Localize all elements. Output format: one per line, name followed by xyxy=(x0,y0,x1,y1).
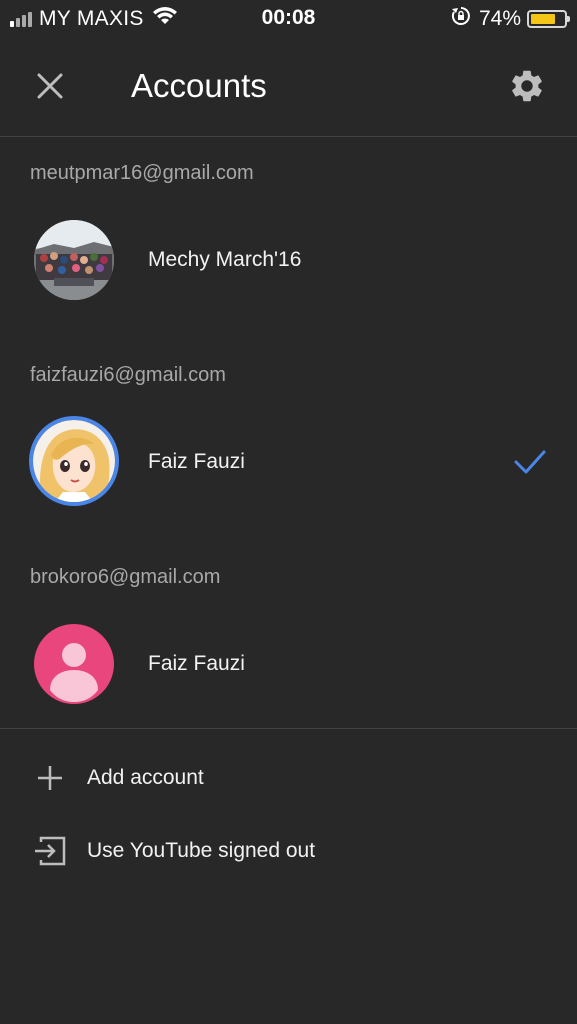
account-email: brokoro6@gmail.com xyxy=(30,566,221,588)
account-name: Faiz Fauzi xyxy=(148,652,245,675)
signed-out-label: Use YouTube signed out xyxy=(87,839,316,862)
signed-out-button[interactable]: Use YouTube signed out xyxy=(0,821,577,881)
app-bar: Accounts xyxy=(0,36,577,137)
add-account-label: Add account xyxy=(87,766,204,789)
settings-button[interactable] xyxy=(507,66,547,106)
page-title: Accounts xyxy=(131,67,267,104)
close-icon xyxy=(37,73,63,99)
account-name: Faiz Fauzi xyxy=(148,450,245,473)
avatar xyxy=(34,220,114,300)
divider xyxy=(0,728,577,729)
account-email: faizfauzi6@gmail.com xyxy=(30,364,226,386)
add-account-button[interactable]: Add account xyxy=(0,748,577,808)
battery-percent: 74% xyxy=(478,6,521,30)
gear-icon xyxy=(512,70,542,102)
battery-icon xyxy=(527,9,570,28)
default-avatar-icon xyxy=(34,624,114,704)
avatar xyxy=(29,416,119,506)
account-row[interactable]: Faiz Fauzi xyxy=(0,614,577,714)
plus-icon xyxy=(32,760,68,796)
status-right: 74% xyxy=(451,6,570,31)
checkmark-icon xyxy=(514,450,546,474)
status-bar: MY MAXIS 00:08 74% xyxy=(0,0,577,36)
sign-out-icon xyxy=(32,833,68,869)
close-button[interactable] xyxy=(30,66,70,106)
rotation-lock-icon xyxy=(451,6,471,31)
account-row[interactable]: Mechy March'16 xyxy=(0,210,577,310)
account-name: Mechy March'16 xyxy=(148,248,302,271)
account-email: meutpmar16@gmail.com xyxy=(30,162,254,184)
account-row-selected[interactable]: Faiz Fauzi xyxy=(0,412,577,512)
